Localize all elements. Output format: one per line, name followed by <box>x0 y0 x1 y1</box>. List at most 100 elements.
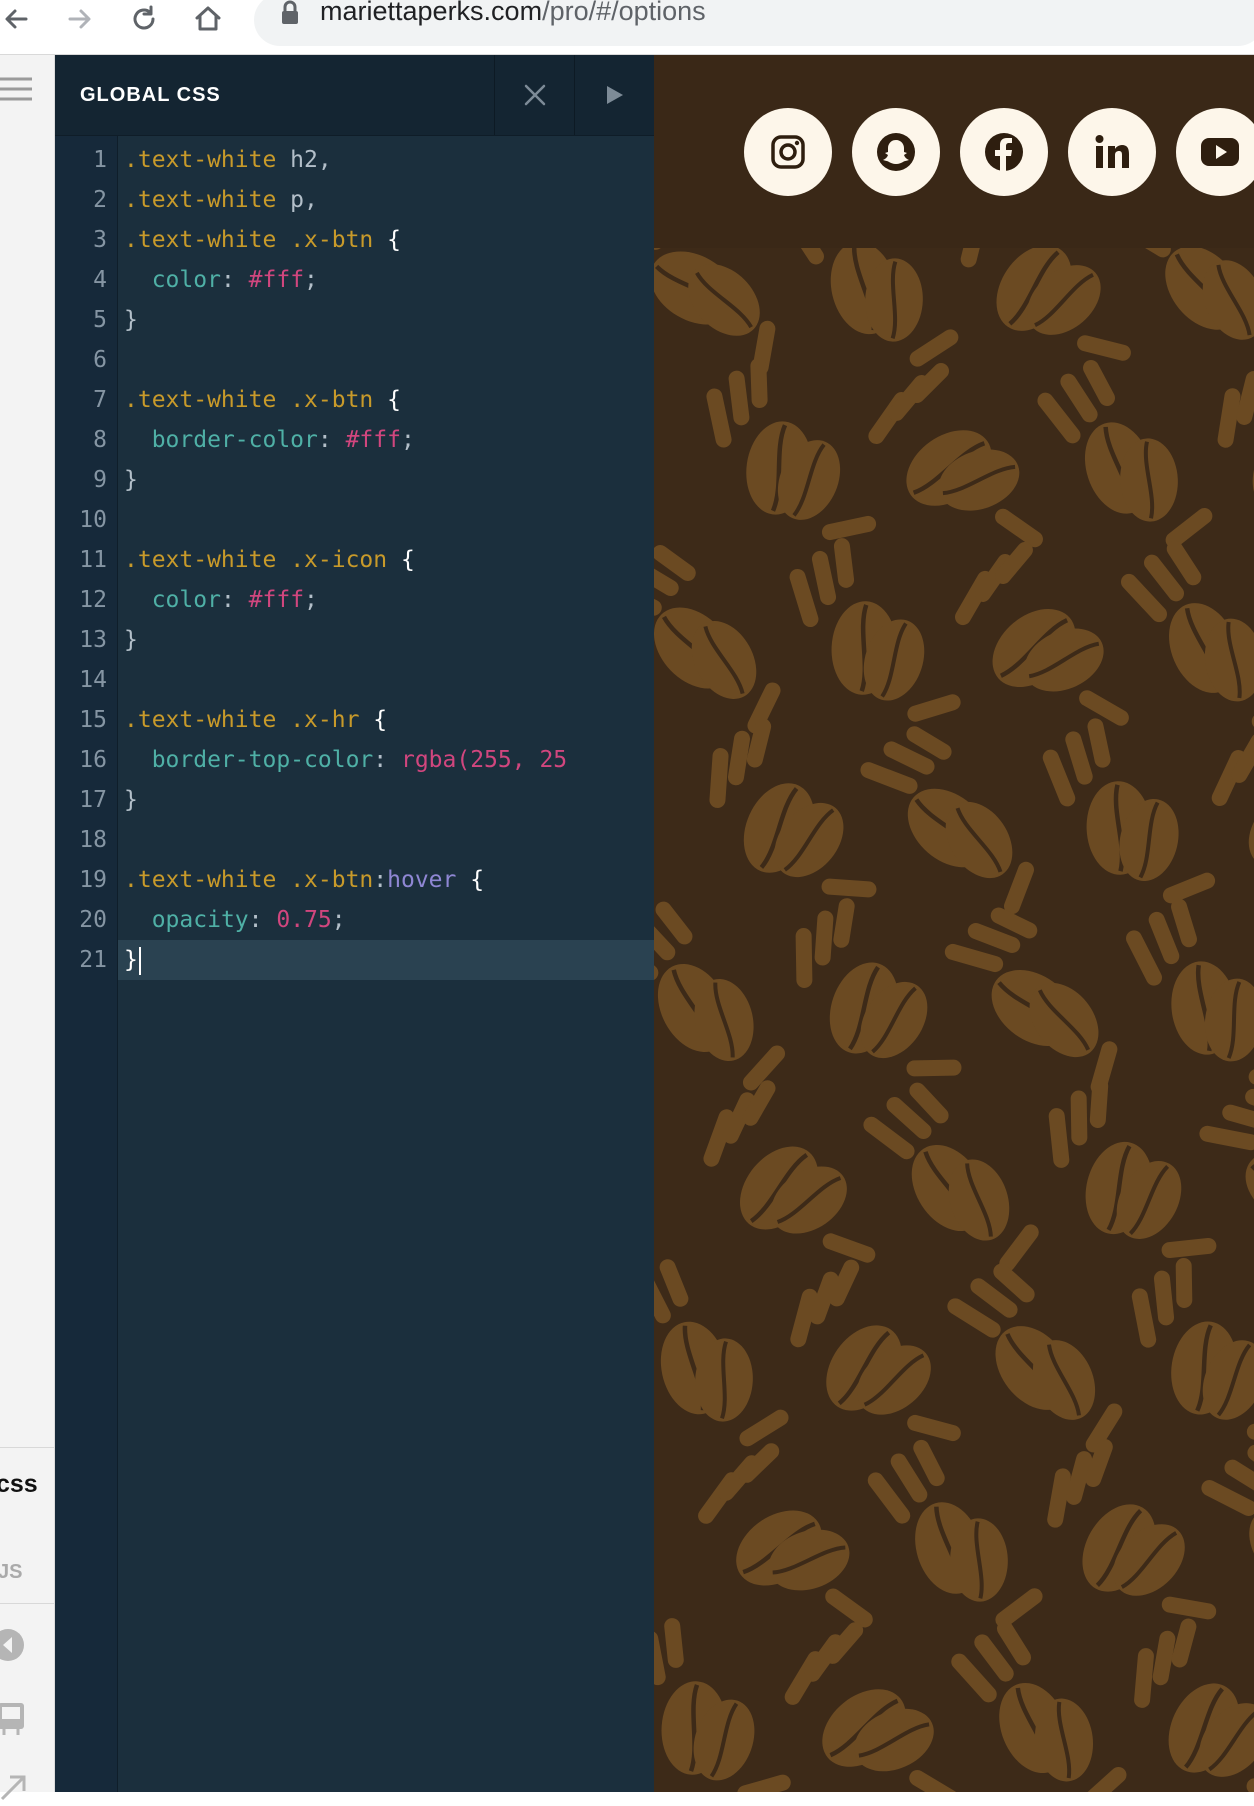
pattern-stroke <box>739 1409 789 1447</box>
forward-button[interactable] <box>60 0 100 38</box>
pattern-stroke <box>795 928 813 988</box>
back-button[interactable] <box>0 0 36 38</box>
line-number: 14 <box>79 667 107 693</box>
pattern-stroke <box>1117 248 1171 258</box>
code-line[interactable]: } <box>118 780 654 820</box>
arrow-right-icon <box>68 9 91 29</box>
code-line[interactable] <box>118 340 654 380</box>
line-number: 1 <box>93 147 107 173</box>
code-line[interactable]: } <box>118 940 654 980</box>
device-icon[interactable] <box>0 1699 28 1744</box>
facebook-icon <box>985 133 1023 171</box>
coffee-bean <box>1245 1151 1254 1225</box>
line-number-gutter: 1 2 3 4 5 6 7 8 9 10 11 12 13 14 15 16 17 18 19 20 21 <box>55 136 118 1792</box>
pattern-stroke <box>728 370 750 426</box>
code-line[interactable] <box>118 820 654 860</box>
home-icon <box>195 6 221 31</box>
reload-icon <box>133 5 155 30</box>
code-line[interactable]: color: #fff; <box>118 260 654 300</box>
close-button[interactable] <box>495 55 574 135</box>
pattern-stroke <box>1079 690 1129 726</box>
pattern-stroke <box>821 878 877 898</box>
pattern-stroke <box>706 388 732 448</box>
pattern-stroke <box>814 910 834 966</box>
line-number: 5 <box>93 307 107 333</box>
pattern-stroke <box>1153 1270 1175 1326</box>
line-number: 12 <box>79 587 107 613</box>
pattern-stroke <box>1246 1416 1254 1440</box>
pattern-stroke <box>1077 335 1131 361</box>
line-number: 8 <box>93 427 107 453</box>
line-number: 18 <box>79 827 107 853</box>
linkedin-button[interactable] <box>1068 108 1156 196</box>
url-path: /pro/#/options <box>542 0 706 26</box>
pattern-stroke <box>1087 718 1111 768</box>
pattern-stroke <box>825 1588 873 1628</box>
run-button[interactable] <box>575 55 654 135</box>
pattern-stroke <box>1199 1125 1254 1151</box>
code-line[interactable]: border-top-color: rgba(255, 25 <box>118 740 654 780</box>
pattern-stroke <box>1162 872 1216 904</box>
pattern-stroke <box>1161 1237 1217 1259</box>
coffee-bean-pattern <box>654 248 1254 1792</box>
linkedin-icon <box>1095 135 1129 168</box>
external-link-icon[interactable] <box>0 1771 30 1806</box>
tab-css[interactable]: css <box>0 1470 50 1499</box>
pattern-stroke <box>750 358 768 408</box>
pattern-stroke <box>784 248 824 265</box>
pattern-stroke <box>1161 1596 1217 1620</box>
instagram-icon <box>771 135 805 169</box>
line-number: 7 <box>93 387 107 413</box>
pattern-stroke <box>1222 1104 1254 1132</box>
line-number: 2 <box>93 187 107 213</box>
pattern-stroke <box>654 248 664 250</box>
css-editor-panel: GLOBAL CSS 1 2 3 4 5 6 7 8 9 10 11 12 13 14 15 16 17 18 19… <box>55 55 654 1792</box>
code-line[interactable]: .text-white .x-hr { <box>118 700 654 740</box>
code-line[interactable] <box>118 500 654 540</box>
reload-button[interactable] <box>124 0 164 38</box>
youtube-button[interactable] <box>1176 108 1254 196</box>
pattern-stroke <box>833 898 855 948</box>
code-line[interactable]: .text-white .x-icon { <box>118 540 654 580</box>
rail-divider <box>0 1447 54 1448</box>
youtube-icon <box>1201 138 1239 166</box>
line-number: 11 <box>79 547 107 573</box>
code-line[interactable]: .text-white h2, <box>118 140 654 180</box>
pattern-stroke <box>960 248 988 268</box>
address-bar[interactable]: mariettaperks.com/pro/#/options <box>254 0 1254 46</box>
home-button[interactable] <box>188 0 228 38</box>
code-line[interactable]: .text-white .x-btn { <box>118 220 654 260</box>
line-number: 15 <box>79 707 107 733</box>
pattern-stroke <box>737 1774 791 1792</box>
coffee-bean <box>1248 787 1254 869</box>
code-line[interactable]: } <box>118 300 654 340</box>
code-line[interactable]: } <box>118 620 654 660</box>
line-number: 13 <box>79 627 107 653</box>
arrow-left-icon <box>5 9 28 29</box>
code-line[interactable] <box>118 660 654 700</box>
code-line[interactable]: opacity: 0.75; <box>118 900 654 940</box>
pattern-stroke <box>909 329 959 367</box>
line-number: 21 <box>79 947 107 973</box>
menu-icon[interactable] <box>0 77 34 106</box>
browser-toolbar: mariettaperks.com/pro/#/options <box>0 0 1254 55</box>
instagram-button[interactable] <box>744 108 832 196</box>
pattern-stroke <box>822 1233 876 1263</box>
close-icon <box>524 84 545 106</box>
code-area[interactable]: .text-white h2, .text-white p, .text-white… <box>118 136 654 1792</box>
tab-js[interactable]: JS <box>0 1561 52 1584</box>
rail-divider <box>0 1603 54 1604</box>
play-icon <box>606 86 623 104</box>
coffee-bean <box>1252 424 1254 512</box>
code-line[interactable]: color: #fff; <box>118 580 654 620</box>
back-circle-icon[interactable] <box>0 1623 30 1672</box>
code-line[interactable]: } <box>118 460 654 500</box>
editor-title: GLOBAL CSS <box>80 84 221 106</box>
code-line[interactable]: .text-white .x-btn { <box>118 380 654 420</box>
code-line[interactable]: border-color: #fff; <box>118 420 654 460</box>
line-number: 6 <box>93 347 107 373</box>
snapchat-button[interactable] <box>852 108 940 196</box>
code-line[interactable]: .text-white p, <box>118 180 654 220</box>
code-line[interactable]: .text-white .x-btn:hover { <box>118 860 654 900</box>
facebook-button[interactable] <box>960 108 1048 196</box>
